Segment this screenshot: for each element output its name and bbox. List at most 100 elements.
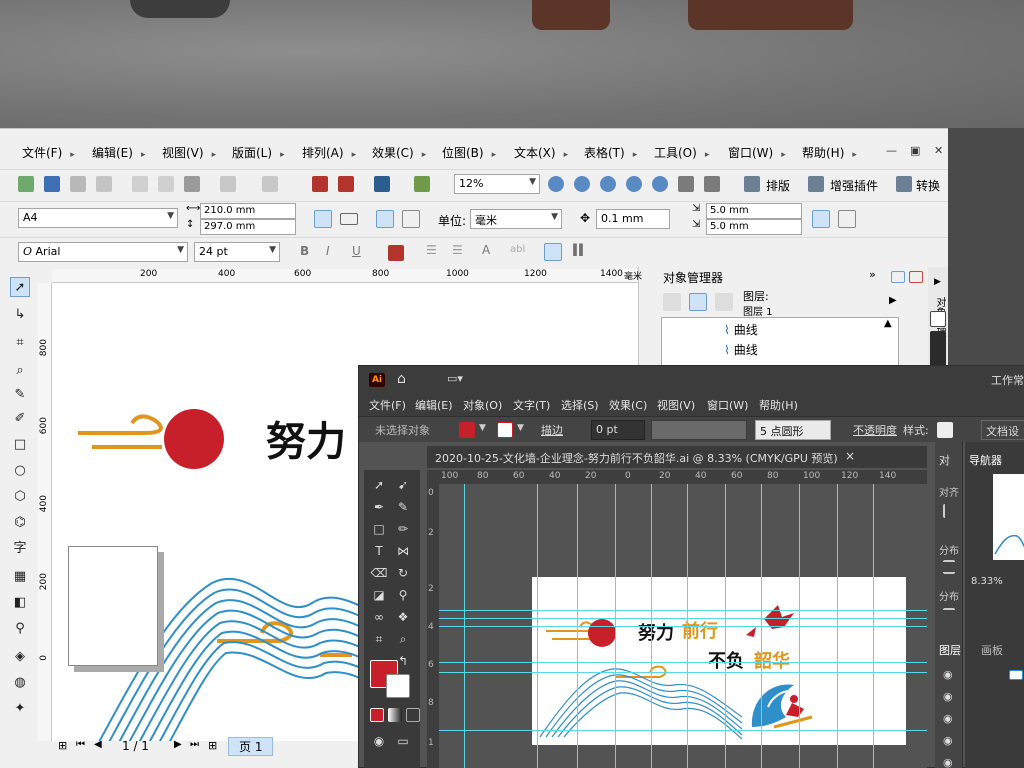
direct-selection-tool-icon[interactable]: ➹ [394,476,412,494]
page-size-select[interactable]: A4 ▼ [18,208,178,228]
chevron-down-icon[interactable]: ▼ [479,423,486,433]
menu-tools[interactable]: 工具(O) [654,144,709,161]
convert-button-label[interactable]: 转换 [916,177,940,194]
last-page-icon[interactable]: ⏭ [190,739,199,750]
close-tab-icon[interactable]: × [845,449,855,463]
eyedropper-tool-icon[interactable]: ⚲ [394,586,412,604]
home-icon[interactable]: ⌂ [397,371,406,387]
menu-view[interactable]: 视图(V) [162,144,216,161]
copy-icon[interactable] [158,176,174,192]
ai-drawing-canvas[interactable]: 努力 前行 不负 韶华 [439,484,927,768]
docker-close-icon[interactable] [930,311,946,327]
restore-icon[interactable]: ▣ [910,144,920,157]
menu-help[interactable]: 帮助(H) [802,144,857,161]
pencil-tool-icon[interactable]: ✏ [394,520,412,538]
plugin-button-label[interactable]: 增强插件 [830,177,878,194]
import-icon[interactable] [312,176,328,192]
page-tab[interactable]: 页 1 [228,737,274,756]
menu-edit[interactable]: 编辑(E) [92,144,145,161]
ai-menu-file[interactable]: 文件(F) [369,397,406,413]
zoom-tool-icon[interactable]: ⌕ [394,630,412,648]
menu-table[interactable]: 表格(T) [584,144,637,161]
eraser-tool-icon[interactable]: ⌫ [370,564,388,582]
zoom-width-icon[interactable] [678,176,694,192]
workspace-switcher[interactable]: 工作常 [991,372,1024,388]
paste-icon[interactable] [184,176,200,192]
undo-icon[interactable] [220,176,236,192]
zoom-tool-icon[interactable]: ⌕ [10,361,30,381]
basic-shapes-tool-icon[interactable]: ⌬ [10,513,30,533]
duplicate-y-field[interactable]: 5.0 mm [706,219,802,235]
unit-select[interactable]: 毫米 ▼ [470,209,562,229]
blend-tool-icon[interactable]: ∞ [370,608,388,626]
zoom-level-select[interactable]: 12% ▼ [454,174,540,194]
landscape-icon[interactable] [340,213,358,225]
artistic-media-tool-icon[interactable]: ✐ [10,409,30,429]
rotate-tool-icon[interactable]: ↻ [394,564,412,582]
fill-swatch[interactable] [459,422,475,438]
chevron-down-icon[interactable]: ▼ [517,423,524,433]
guide-line[interactable] [439,610,927,611]
first-page-icon[interactable]: ⏮ [76,739,85,750]
ai-menu-type[interactable]: 文字(T) [513,397,550,413]
ai-menu-select[interactable]: 选择(S) [561,397,599,413]
guide-line[interactable] [439,626,927,627]
rectangle-tool-icon[interactable]: □ [370,520,388,538]
visibility-eye-icon[interactable]: ◉ [943,712,953,725]
visibility-eye-icon[interactable]: ◉ [943,690,953,703]
menu-bitmap[interactable]: 位图(B) [442,144,496,161]
duplicate-x-field[interactable]: 5.0 mm [706,203,802,219]
symbol-sprayer-tool-icon[interactable]: ❖ [394,608,412,626]
visibility-eye-icon[interactable]: ◉ [943,668,953,681]
vertical-text-icon[interactable]: ‖‖ [572,242,584,256]
zoom-out-icon[interactable] [574,176,590,192]
stroke-color-box[interactable] [386,674,410,698]
treat-as-filled-icon[interactable] [812,210,830,228]
panel-minimize-icon[interactable] [891,271,905,283]
ai-document-tab[interactable]: 2020-10-25-文化墙-企业理念-努力前行不负韶华.ai @ 8.33% … [427,446,927,468]
text-align-icon[interactable] [388,245,404,261]
align-panel-tab[interactable]: 对 [939,452,950,468]
add-page-after-icon[interactable]: ⊞ [208,739,217,752]
freehand-tool-icon[interactable]: ✎ [10,385,30,405]
guide-line[interactable] [439,730,927,731]
artboards-panel-tab[interactable]: 画板 [981,642,1003,658]
page-height-field[interactable]: 297.0 mm [200,219,296,235]
edit-across-layers-icon[interactable] [689,293,707,311]
scroll-right-icon[interactable]: ▶ [934,277,941,287]
opacity-label[interactable]: 不透明度 [853,422,897,438]
current-page-icon[interactable] [402,210,420,228]
nudge-distance-field[interactable]: 0.1 mm [596,209,670,229]
shape-tool-icon[interactable]: ↳ [10,305,30,325]
navigator-panel-tab[interactable]: 导航器 [969,452,1002,468]
cut-icon[interactable] [132,176,148,192]
convert-icon[interactable] [896,176,912,192]
ai-menu-view[interactable]: 视图(V) [657,397,695,413]
distribute-spacing-icon[interactable] [943,608,955,622]
crop-tool-icon[interactable]: ⌗ [10,333,30,353]
list-item[interactable]: ⌇ 曲线 [724,341,758,358]
italic-icon[interactable]: I [326,244,330,258]
layout-button-label[interactable]: 排版 [766,177,790,194]
drop-cap-icon[interactable]: A [482,243,490,257]
save-icon[interactable] [70,176,86,192]
menu-layout[interactable]: 版面(L) [232,144,285,161]
table-tool-icon[interactable]: ▦ [10,567,30,587]
type-tool-icon[interactable]: T [370,542,388,560]
panel-collapse-icon[interactable]: » [869,268,876,281]
portrait-icon[interactable] [314,210,332,228]
menu-file[interactable]: 文件(F) [22,144,75,161]
document-setup-button[interactable]: 文档设 [981,420,1024,440]
open-folder-icon[interactable] [44,176,60,192]
numbered-list-icon[interactable]: ☰ [452,243,463,257]
ai-menu-window[interactable]: 窗口(W) [707,397,748,413]
outline-tool-icon[interactable]: ◈ [10,647,30,667]
minimize-icon[interactable]: — [886,144,897,157]
panel-flyout-icon[interactable]: ▶ [889,295,897,306]
visibility-eye-icon[interactable]: ◉ [943,734,953,747]
align-left-icon[interactable] [943,504,955,518]
artboard-tool-icon[interactable]: ⌗ [370,630,388,648]
selection-tool-icon[interactable]: ➚ [370,476,388,494]
print-icon[interactable] [96,176,112,192]
zoom-all-icon[interactable] [626,176,642,192]
